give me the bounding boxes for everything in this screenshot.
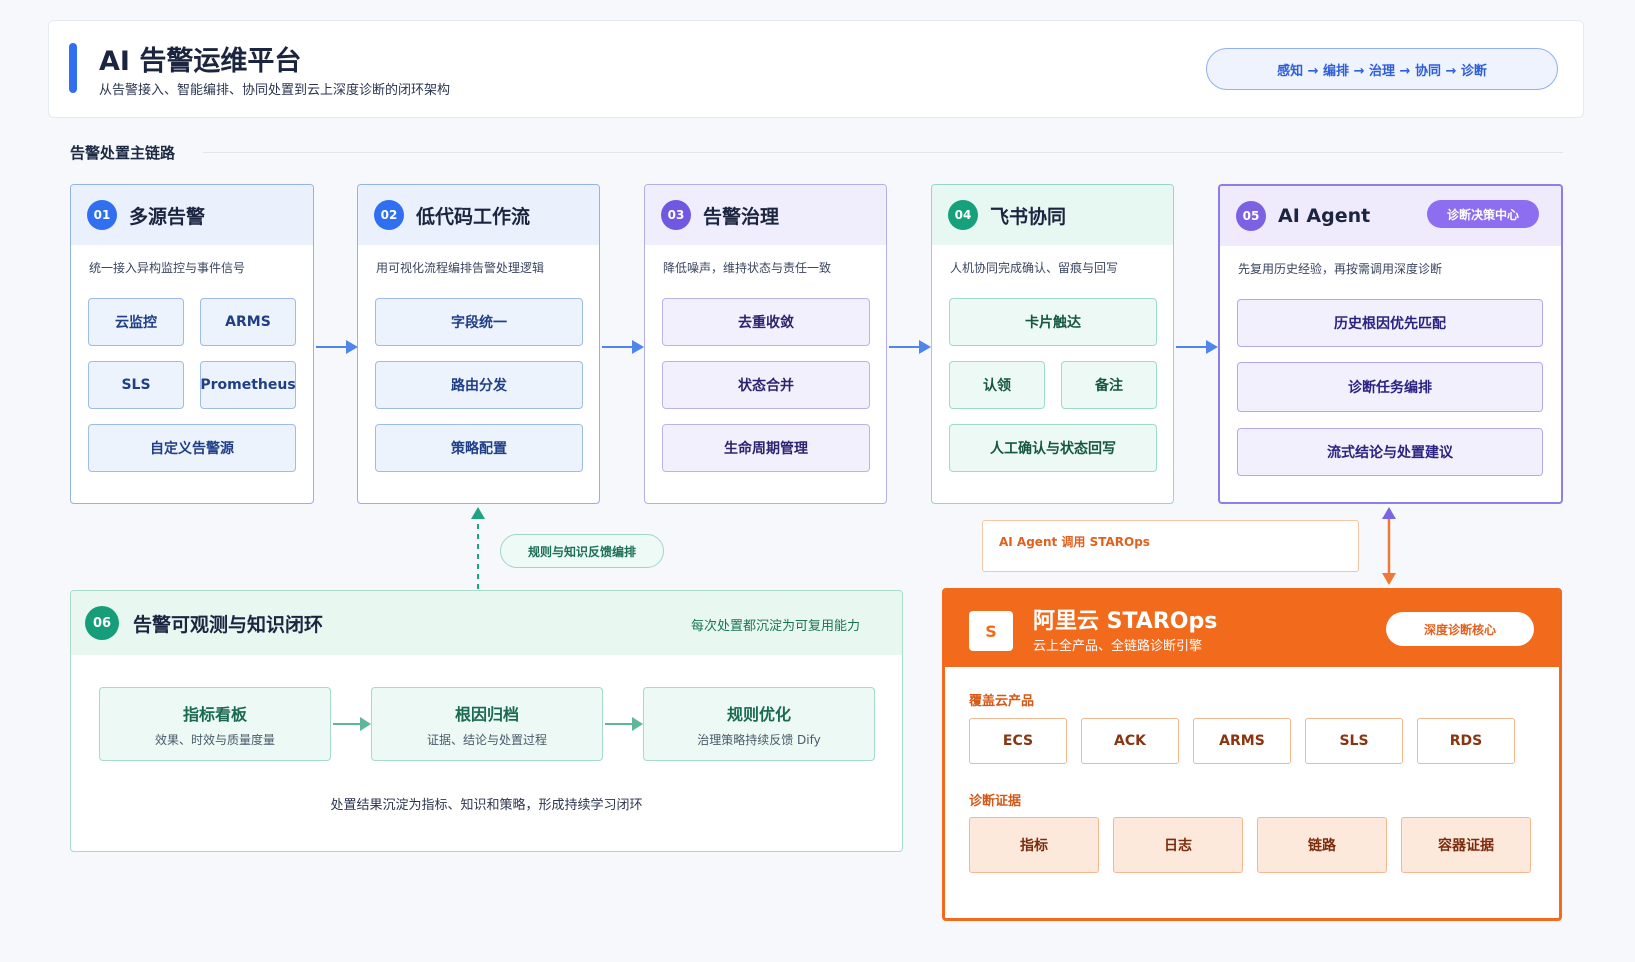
section-divider bbox=[203, 152, 1563, 153]
card-desc: 统一接入异构监控与事件信号 bbox=[89, 261, 246, 275]
feedback-label: 规则与知识反馈编排 bbox=[500, 534, 664, 568]
card-title: AI Agent bbox=[1278, 205, 1371, 227]
card-title: 多源告警 bbox=[129, 205, 206, 228]
page-title: AI 告警运维平台 bbox=[99, 46, 302, 77]
product-tag: ARMS bbox=[1193, 718, 1291, 764]
product-tag: ACK bbox=[1081, 718, 1179, 764]
card-title: 低代码工作流 bbox=[416, 205, 531, 228]
starops-logo: S bbox=[969, 611, 1013, 651]
starops-title: 阿里云 STAROps bbox=[1033, 609, 1218, 634]
knowledge-header: 06 告警可观测与知识闭环 每次处置都沉淀为可复用能力 bbox=[71, 591, 902, 655]
flow-pill: 感知 → 编排 → 治理 → 协同 → 诊断 bbox=[1206, 48, 1558, 90]
collab-item: 认领 bbox=[949, 361, 1045, 409]
knowledge-box-sub: 效果、时效与质量度量 bbox=[154, 733, 275, 747]
collab-item: 卡片触达 bbox=[949, 298, 1157, 346]
flow-arrow bbox=[889, 340, 931, 354]
products-label: 覆盖云产品 bbox=[969, 694, 1035, 709]
card-alert-governance: 03 告警治理 降低噪声，维持状态与责任一致 去重收敛 状态合并 生命周期管理 bbox=[644, 184, 887, 504]
card-desc: 用可视化流程编排告警处理逻辑 bbox=[376, 261, 545, 275]
knowledge-box-metrics: 指标看板 效果、时效与质量度量 bbox=[99, 687, 331, 761]
card-desc: 先复用历史经验，再按需调用深度诊断 bbox=[1238, 262, 1443, 276]
source-item: 云监控 bbox=[88, 298, 184, 346]
flow-arrow bbox=[602, 340, 644, 354]
governance-item: 生命周期管理 bbox=[662, 424, 870, 472]
agent-call-label: AI Agent 调用 STAROps bbox=[982, 520, 1359, 572]
card-header: 03 告警治理 bbox=[645, 185, 886, 245]
step-number: 02 bbox=[374, 200, 404, 230]
card-header: 04 飞书协同 bbox=[932, 185, 1173, 245]
decision-center-badge: 诊断决策中心 bbox=[1427, 200, 1539, 228]
product-tag: RDS bbox=[1417, 718, 1515, 764]
page-subtitle: 从告警接入、智能编排、协同处置到云上深度诊断的闭环架构 bbox=[99, 83, 451, 98]
source-item: Prometheus bbox=[200, 361, 296, 409]
knowledge-arrow bbox=[605, 717, 643, 731]
knowledge-box-root-cause: 根因归档 证据、结论与处置过程 bbox=[371, 687, 603, 761]
card-header: 02 低代码工作流 bbox=[358, 185, 599, 245]
flow-arrow bbox=[1176, 340, 1218, 354]
source-item: SLS bbox=[88, 361, 184, 409]
governance-item: 状态合并 bbox=[662, 361, 870, 409]
knowledge-footer: 处置结果沉淀为指标、知识和策略，形成持续学习闭环 bbox=[330, 798, 643, 813]
card-multi-source-alerts: 01 多源告警 统一接入异构监控与事件信号 云监控 ARMS SLS Prome… bbox=[70, 184, 314, 504]
agent-item: 诊断任务编排 bbox=[1237, 362, 1543, 412]
workflow-item: 字段统一 bbox=[375, 298, 583, 346]
knowledge-box-title: 规则优化 bbox=[726, 705, 791, 724]
starops-subtitle: 云上全产品、全链路诊断引擎 bbox=[1033, 639, 1203, 654]
card-ai-agent: 05 AI Agent 诊断决策中心 先复用历史经验，再按需调用深度诊断 历史根… bbox=[1218, 184, 1563, 504]
accent-bar bbox=[69, 43, 77, 93]
flow-arrow bbox=[316, 340, 358, 354]
product-tag: ECS bbox=[969, 718, 1067, 764]
starops-panel: S 阿里云 STAROps 云上全产品、全链路诊断引擎 深度诊断核心 覆盖云产品… bbox=[942, 588, 1562, 921]
source-item: ARMS bbox=[200, 298, 296, 346]
product-tag: SLS bbox=[1305, 718, 1403, 764]
card-feishu-collab: 04 飞书协同 人机协同完成确认、留痕与回写 卡片触达 认领 备注 人工确认与状… bbox=[931, 184, 1174, 504]
feedback-dashed-arrow bbox=[471, 507, 485, 589]
card-desc: 人机协同完成确认、留痕与回写 bbox=[950, 261, 1119, 275]
workflow-item: 策略配置 bbox=[375, 424, 583, 472]
step-number: 03 bbox=[661, 200, 691, 230]
collab-item: 人工确认与状态回写 bbox=[949, 424, 1157, 472]
evidence-tag: 指标 bbox=[969, 817, 1099, 873]
starops-header: S 阿里云 STAROps 云上全产品、全链路诊断引擎 深度诊断核心 bbox=[945, 591, 1559, 667]
collab-item: 备注 bbox=[1061, 361, 1157, 409]
knowledge-box-rule-opt: 规则优化 治理策略持续反馈 Dify bbox=[643, 687, 875, 761]
deep-diagnosis-badge: 深度诊断核心 bbox=[1386, 612, 1534, 646]
card-low-code-workflow: 02 低代码工作流 用可视化流程编排告警处理逻辑 字段统一 路由分发 策略配置 bbox=[357, 184, 600, 504]
card-title: 告警治理 bbox=[703, 205, 780, 228]
agent-item: 历史根因优先匹配 bbox=[1237, 299, 1543, 347]
agent-starops-double-arrow bbox=[1382, 507, 1396, 585]
knowledge-title: 告警可观测与知识闭环 bbox=[133, 613, 324, 636]
evidence-tag: 日志 bbox=[1113, 817, 1243, 873]
knowledge-note: 每次处置都沉淀为可复用能力 bbox=[690, 619, 860, 634]
evidence-label: 诊断证据 bbox=[969, 794, 1022, 809]
agent-item: 流式结论与处置建议 bbox=[1237, 428, 1543, 476]
source-item: 自定义告警源 bbox=[88, 424, 296, 472]
knowledge-box-title: 根因归档 bbox=[454, 705, 519, 724]
card-desc: 降低噪声，维持状态与责任一致 bbox=[663, 261, 832, 275]
step-number: 06 bbox=[85, 606, 119, 640]
step-number: 04 bbox=[948, 200, 978, 230]
knowledge-box-sub: 证据、结论与处置过程 bbox=[426, 733, 547, 747]
step-number: 01 bbox=[87, 200, 117, 230]
knowledge-box-title: 指标看板 bbox=[182, 705, 247, 724]
card-title: 飞书协同 bbox=[990, 205, 1067, 228]
knowledge-arrow bbox=[333, 717, 371, 731]
card-header: 01 多源告警 bbox=[71, 185, 313, 245]
knowledge-loop-panel: 06 告警可观测与知识闭环 每次处置都沉淀为可复用能力 指标看板 效果、时效与质… bbox=[70, 590, 903, 852]
governance-item: 去重收敛 bbox=[662, 298, 870, 346]
evidence-tag: 链路 bbox=[1257, 817, 1387, 873]
step-number: 05 bbox=[1236, 201, 1266, 231]
knowledge-box-sub: 治理策略持续反馈 Dify bbox=[697, 733, 821, 747]
evidence-tag: 容器证据 bbox=[1401, 817, 1531, 873]
header-panel: AI 告警运维平台 从告警接入、智能编排、协同处置到云上深度诊断的闭环架构 感知… bbox=[48, 20, 1584, 118]
section-title: 告警处置主链路 bbox=[70, 144, 176, 162]
workflow-item: 路由分发 bbox=[375, 361, 583, 409]
